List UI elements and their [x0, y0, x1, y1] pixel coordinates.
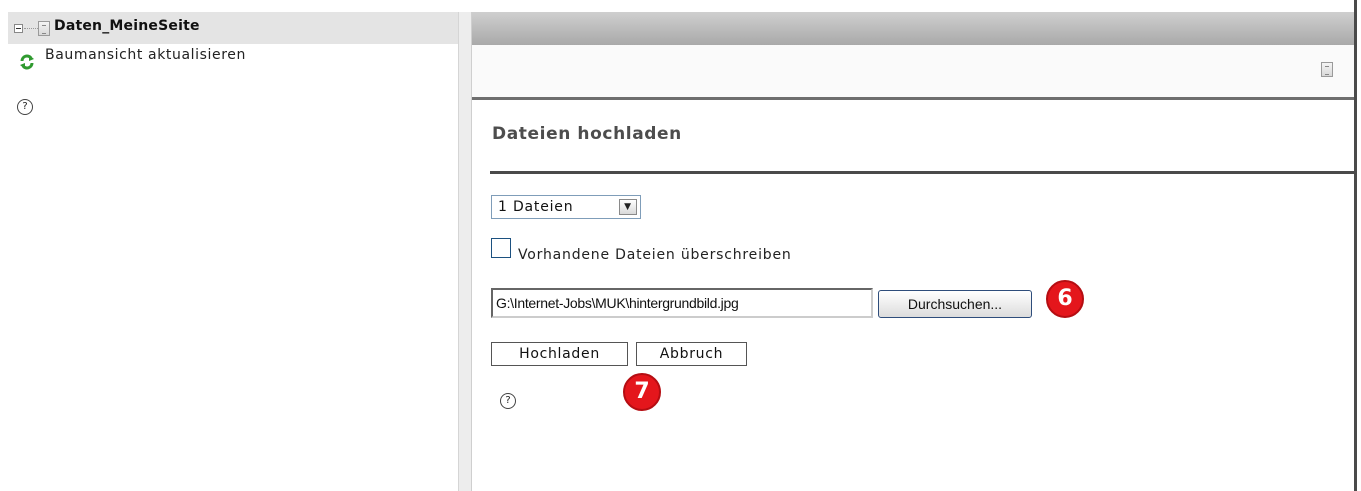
window-border: [1354, 0, 1357, 491]
title-divider: [490, 171, 1354, 174]
content-pane: Dateien hochladen 1 Dateien ▼ Vorhandene…: [472, 12, 1354, 491]
help-icon[interactable]: ?: [500, 393, 516, 409]
page-title: Dateien hochladen: [492, 124, 682, 144]
upload-button[interactable]: Hochladen: [491, 342, 628, 366]
file-count-select[interactable]: 1 Dateien ▼: [491, 195, 641, 219]
pane-splitter[interactable]: [458, 12, 472, 491]
collapse-icon[interactable]: [14, 24, 23, 33]
overwrite-checkbox-label[interactable]: Vorhandene Dateien überschreiben: [518, 247, 792, 263]
document-icon: [38, 21, 50, 36]
refresh-icon[interactable]: [19, 54, 35, 70]
annotation-marker-6: 6: [1046, 280, 1084, 318]
file-path-input[interactable]: G:\Internet-Jobs\MUK\hintergrundbild.jpg: [491, 288, 873, 318]
browse-button[interactable]: Durchsuchen...: [878, 290, 1032, 318]
chevron-down-icon[interactable]: ▼: [619, 199, 637, 215]
tree-pane: Daten_MeineSeite Baumansicht aktualisier…: [8, 12, 458, 491]
document-icon[interactable]: [1321, 62, 1333, 77]
tree-root-label[interactable]: Daten_MeineSeite: [54, 18, 200, 34]
cancel-button[interactable]: Abbruch: [636, 342, 747, 366]
refresh-tree-link[interactable]: Baumansicht aktualisieren: [45, 47, 246, 63]
file-count-value: 1 Dateien: [498, 199, 574, 215]
annotation-marker-7: 7: [623, 373, 661, 411]
overwrite-checkbox[interactable]: [491, 238, 511, 258]
help-icon[interactable]: ?: [17, 99, 33, 115]
header-bar: [472, 12, 1354, 45]
toolbar: [472, 45, 1354, 100]
tree-connector: [24, 28, 38, 29]
tree-root-node[interactable]: Daten_MeineSeite: [8, 12, 458, 44]
